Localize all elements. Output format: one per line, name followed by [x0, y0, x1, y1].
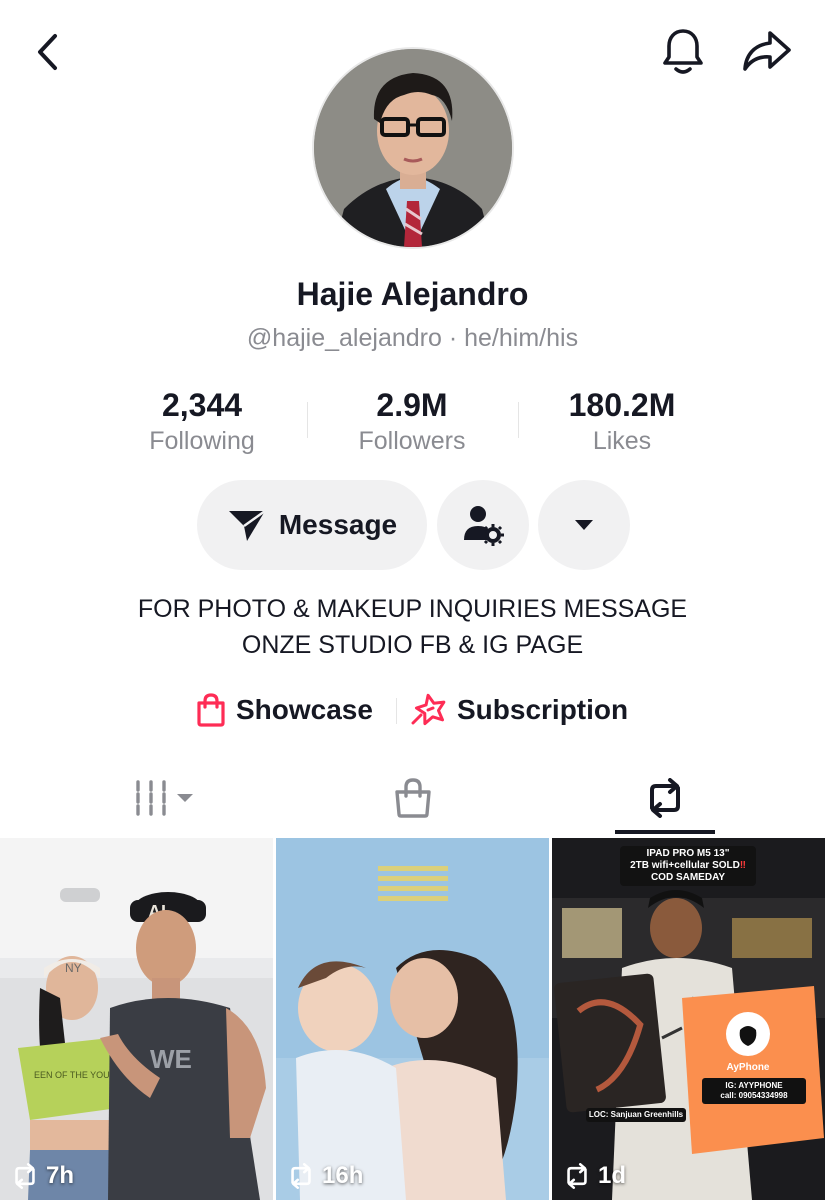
star-badge-icon — [411, 693, 446, 726]
bag-brand: AyPhone — [726, 1062, 770, 1073]
tank-print: WE — [150, 1044, 192, 1074]
caret-down-icon — [575, 520, 593, 530]
stat-following[interactable]: 2,344 Following — [97, 384, 307, 464]
ig-line: IG: AYYPHONE — [725, 1081, 783, 1090]
notifications-button[interactable] — [658, 26, 708, 78]
bell-icon — [663, 29, 703, 74]
username: @hajie_alejandro — [246, 324, 442, 352]
bio-line: ONZE STUDIO FB & IG PAGE — [241, 631, 584, 659]
more-button[interactable] — [538, 480, 630, 570]
likes-label: Likes — [592, 427, 652, 455]
shopping-bag-icon — [394, 778, 431, 818]
person-gear-icon — [464, 506, 504, 546]
avatar[interactable] — [312, 47, 514, 249]
repost-icon — [567, 1163, 587, 1189]
message-label: Message — [278, 509, 398, 540]
likes-count: 180.2M — [568, 387, 676, 423]
headline-line: 2TB wifi+cellular SOLD‼ — [620, 860, 756, 872]
ig-line: call: 09054334998 — [720, 1091, 788, 1100]
person-settings-button[interactable] — [437, 480, 529, 570]
bio: FOR PHOTO & MAKEUP INQUIRIES MESSAGE ONZ… — [0, 591, 825, 663]
followers-count: 2.9M — [376, 387, 448, 423]
stat-divider — [518, 402, 519, 438]
profile-links: Showcase Subscription — [0, 690, 825, 730]
video-thumbnail[interactable]: 16h — [276, 838, 549, 1200]
content-tabs — [0, 760, 825, 836]
action-buttons: Message — [0, 480, 825, 570]
video-meta: 7h — [10, 1162, 74, 1190]
repost-icon — [650, 778, 680, 818]
separator-dot: · — [448, 324, 458, 352]
tab-reposts[interactable] — [615, 760, 715, 836]
shirt-text: EEN OF THE YOU — [34, 1070, 110, 1080]
video-meta: 16h — [286, 1162, 363, 1190]
back-button[interactable] — [24, 28, 72, 76]
message-button[interactable]: Message — [197, 480, 427, 570]
cap-logo-ny: NY — [65, 961, 82, 975]
stats-row: 2,344 Following 2.9M Followers 180.2M Li… — [97, 384, 728, 464]
tab-videos[interactable] — [110, 760, 220, 836]
showcase-link[interactable]: Showcase — [196, 690, 373, 730]
headline-line: COD SAMEDAY — [650, 872, 726, 883]
stat-divider — [307, 402, 308, 438]
share-button[interactable] — [740, 26, 794, 78]
following-label: Following — [149, 427, 255, 455]
bio-line: FOR PHOTO & MAKEUP INQUIRIES MESSAGE — [137, 595, 688, 623]
video-preview-image — [276, 838, 549, 1200]
repost-icon — [291, 1163, 311, 1189]
shopping-bag-icon — [197, 693, 225, 727]
subscription-link[interactable]: Subscription — [411, 690, 628, 730]
video-preview-image — [552, 838, 825, 1200]
stat-followers[interactable]: 2.9M Followers — [307, 384, 517, 464]
repost-icon — [15, 1163, 35, 1189]
subscription-label: Subscription — [457, 694, 629, 725]
share-arrow-icon — [743, 31, 791, 71]
active-tab-indicator — [615, 830, 715, 834]
stat-likes[interactable]: 180.2M Likes — [517, 384, 727, 464]
video-meta: 1d — [562, 1162, 626, 1190]
send-icon — [228, 509, 266, 541]
tab-shop[interactable] — [360, 760, 465, 836]
videos-grid-icon — [136, 780, 193, 816]
following-count: 2,344 — [161, 387, 243, 423]
links-divider — [396, 698, 397, 724]
followers-label: Followers — [358, 427, 466, 455]
location-label: LOC: Sanjuan Greenhills — [586, 1108, 686, 1122]
profile-photo — [314, 49, 512, 247]
video-time: 16h — [322, 1162, 364, 1189]
video-preview-image: NY EEN OF THE YOU AL WE — [0, 838, 273, 1200]
video-headline: IPAD PRO M5 13" 2TB wifi+cellular SOLD‼ … — [620, 848, 756, 884]
double-exclamation-icon: ‼ — [739, 860, 746, 871]
handle-row: @hajie_alejandro · he/him/his — [0, 324, 825, 353]
headline-line: IPAD PRO M5 13" — [646, 848, 730, 859]
profile-name: Hajie Alejandro — [296, 276, 529, 312]
video-time: 1d — [598, 1162, 627, 1189]
ig-contact: IG: AYYPHONE call: 09054334998 — [702, 1078, 806, 1104]
video-grid: NY EEN OF THE YOU AL WE 7h — [0, 838, 825, 1200]
video-time: 7h — [46, 1162, 75, 1189]
pronouns: he/him/his — [464, 324, 579, 352]
showcase-label: Showcase — [236, 694, 373, 725]
headline-text: 2TB wifi+cellular SOLD — [630, 860, 740, 871]
video-thumbnail[interactable]: NY EEN OF THE YOU AL WE 7h — [0, 838, 273, 1200]
chevron-left-icon — [38, 34, 57, 70]
video-thumbnail[interactable]: IPAD PRO M5 13" 2TB wifi+cellular SOLD‼ … — [552, 838, 825, 1200]
